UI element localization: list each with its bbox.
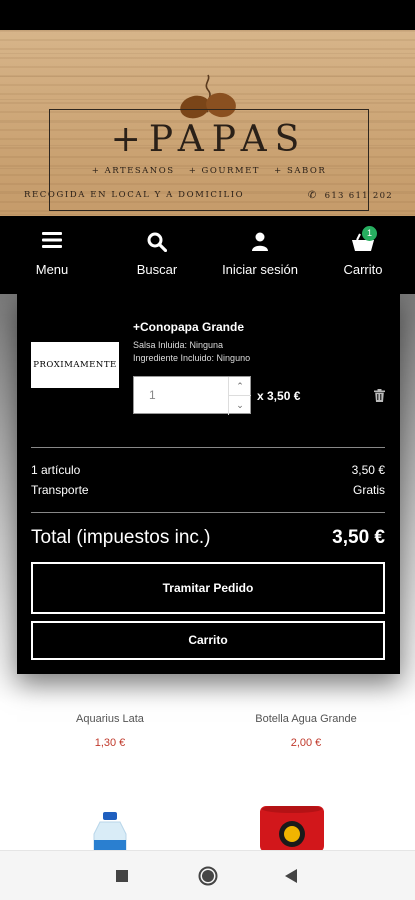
checkout-button[interactable]: Tramitar Pedido	[31, 562, 385, 614]
quantity-decrease-button[interactable]: ⌄	[229, 396, 251, 415]
phone-icon: ✆	[307, 190, 318, 201]
items-subtotal: 3,50 €	[351, 463, 385, 477]
quantity-controls: ⌃ ⌄	[228, 377, 251, 415]
phone-text: 613 611 202	[324, 191, 393, 201]
cart-item-name[interactable]: +Conopapa Grande	[133, 320, 244, 334]
product-thumbnail[interactable]: PROXIMAMENTE	[31, 342, 119, 388]
recent-apps-icon[interactable]	[116, 870, 128, 882]
cart-icon-wrap: 1	[351, 226, 377, 252]
header-banner: +PAPAS + ARTESANOS + GOURMET + SABOR REC…	[0, 30, 415, 216]
cart-item-attribute: Ingrediente Incluido: Ninguno	[133, 353, 251, 363]
divider	[31, 447, 385, 448]
logo-tag: + SABOR	[274, 166, 327, 176]
soda-can-image[interactable]	[258, 806, 326, 852]
product-name[interactable]: Aquarius Lata	[20, 713, 200, 725]
home-icon[interactable]	[198, 866, 218, 886]
total-label: Total (impuestos inc.)	[31, 527, 211, 548]
cart-button[interactable]: 1 Carrito	[330, 216, 396, 294]
logo-tag: + GOURMET	[188, 166, 260, 176]
product-name[interactable]: Botella Agua Grande	[216, 713, 396, 725]
product-card[interactable]: Aquarius Lata 1,30 €	[20, 713, 200, 749]
quantity-stepper[interactable]: 1 ⌃ ⌄	[133, 376, 251, 415]
status-bar	[0, 0, 415, 30]
menu-label: Menu	[35, 262, 69, 277]
logo-tag: + ARTESANOS	[91, 166, 175, 176]
logo-title: +PAPAS	[110, 119, 308, 160]
cart-dropdown: PROXIMAMENTE +Conopapa Grande Salsa Inlu…	[17, 294, 400, 674]
trash-icon[interactable]	[374, 389, 385, 402]
shipping-label: Transporte	[31, 483, 89, 497]
cart-item-unit-price: x 3,50 €	[257, 389, 301, 403]
water-bottle-image[interactable]	[86, 812, 134, 852]
product-card[interactable]: Botella Agua Grande 2,00 €	[216, 713, 396, 749]
back-icon[interactable]	[285, 869, 297, 883]
product-price: 1,30 €	[94, 737, 126, 749]
quantity-input[interactable]: 1	[149, 388, 156, 402]
phone-number: ✆ 613 611 202	[308, 190, 393, 201]
divider	[31, 512, 385, 513]
system-navigation-bar	[0, 850, 415, 900]
logo-tags: + ARTESANOS + GOURMET + SABOR	[50, 166, 368, 176]
search-icon	[147, 232, 167, 252]
cart-label: Carrito	[343, 262, 383, 277]
main-navbar: Menu Buscar Iniciar sesión 1 Carrito	[0, 216, 415, 294]
login-label: Iniciar sesión	[222, 262, 298, 277]
search-label: Buscar	[136, 262, 178, 277]
hamburger-icon	[42, 232, 62, 248]
view-cart-button[interactable]: Carrito	[31, 621, 385, 660]
cart-item-attribute: Salsa Inluida: Ninguna	[133, 340, 224, 350]
menu-button[interactable]: Menu	[18, 216, 86, 294]
quantity-increase-button[interactable]: ⌃	[229, 377, 251, 396]
product-price: 2,00 €	[290, 737, 322, 749]
search-button[interactable]: Buscar	[122, 216, 192, 294]
user-icon	[252, 232, 268, 251]
login-button[interactable]: Iniciar sesión	[213, 216, 307, 294]
cart-count-badge: 1	[362, 226, 377, 241]
items-count-label: 1 artículo	[31, 463, 81, 477]
shipping-value: Gratis	[352, 483, 385, 497]
total-value: 3,50 €	[332, 527, 385, 548]
tagline: RECOGIDA EN LOCAL Y A DOMICILIO	[24, 190, 245, 200]
